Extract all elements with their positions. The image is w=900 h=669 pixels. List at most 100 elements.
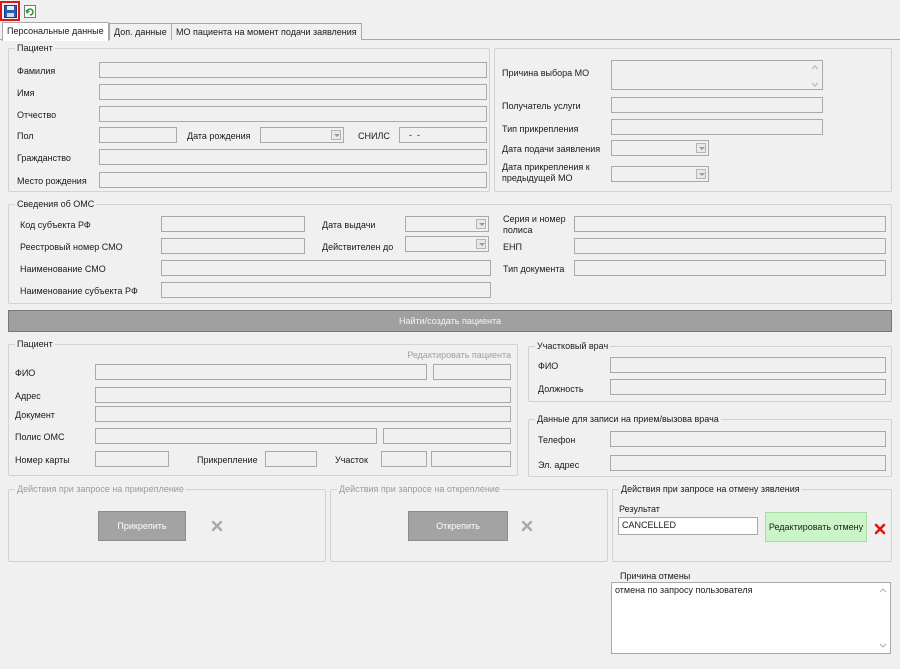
sex-field[interactable] — [99, 127, 177, 143]
birth-place-field[interactable] — [99, 172, 487, 188]
email-field[interactable] — [610, 455, 886, 471]
oms-group: Сведения об ОМС Код субъекта РФ Реестров… — [8, 199, 892, 304]
fio-label: ФИО — [15, 368, 36, 378]
submit-date-label: Дата подачи заявления — [502, 144, 601, 154]
detach-button[interactable]: Открепить — [408, 511, 508, 541]
chevron-down-icon[interactable] — [476, 239, 486, 249]
doctor-fio-field[interactable] — [610, 357, 886, 373]
snils-field[interactable]: - - — [399, 127, 487, 143]
patient-info-group: Пациент Редактировать пациента ФИО Адрес… — [8, 339, 518, 476]
patient-legend: Пациент — [15, 43, 55, 54]
subject-name-field[interactable] — [161, 282, 491, 298]
card-number-field[interactable] — [95, 451, 169, 467]
fio-extra-field[interactable] — [433, 364, 511, 380]
appointment-contacts-legend: Данные для записи на прием/вызова врача — [535, 414, 721, 425]
cancel-reason-field[interactable]: отмена по запросу пользователя — [611, 582, 891, 654]
attach-type-label: Тип прикрепления — [502, 124, 579, 134]
attach-actions-group: Действия при запросе на прикрепление При… — [8, 484, 326, 562]
cancel-actions-group: Действия при запросе на отмену зявления … — [612, 484, 892, 562]
attach-actions-legend: Действия при запросе на прикрепление — [15, 484, 186, 495]
patient-info-legend: Пациент — [15, 339, 55, 350]
mo-reason-field[interactable] — [611, 60, 823, 90]
doc-type-field[interactable] — [574, 260, 886, 276]
toolbar — [0, 0, 900, 22]
mo-reason-label: Причина выбора МО — [502, 68, 590, 78]
registry-smo-field[interactable] — [161, 238, 305, 254]
policy-series-field[interactable] — [574, 216, 886, 232]
last-name-label: Фамилия — [17, 66, 56, 76]
address-field[interactable] — [95, 387, 511, 403]
subject-code-label: Код субъекта РФ — [20, 220, 91, 230]
birth-place-label: Место рождения — [17, 176, 87, 186]
district-doctor-legend: Участковый врач — [535, 341, 611, 352]
issue-date-label: Дата выдачи — [322, 220, 376, 230]
registry-smo-label: Реестровый номер СМО — [20, 242, 123, 252]
policy-oms-extra-field[interactable] — [383, 428, 511, 444]
smo-name-label: Наименование СМО — [20, 264, 106, 274]
subject-code-field[interactable] — [161, 216, 305, 232]
phone-label: Телефон — [538, 435, 576, 445]
citizenship-label: Гражданство — [17, 153, 71, 163]
cancel-result-field[interactable]: CANCELLED — [618, 517, 758, 535]
doctor-fio-label: ФИО — [538, 361, 559, 371]
detach-actions-legend: Действия при запросе на открепление — [337, 484, 502, 495]
attachment-label: Прикрепление — [197, 455, 258, 465]
policy-series-label: Серия и номер полиса — [503, 214, 566, 235]
chevron-down-icon[interactable] — [331, 130, 341, 140]
enp-field[interactable] — [574, 238, 886, 254]
tab-bar: Персональные данные Доп. данные МО пацие… — [0, 22, 900, 41]
chevron-down-icon[interactable] — [696, 143, 706, 153]
close-icon[interactable] — [874, 523, 886, 535]
attach-type-field[interactable] — [611, 119, 823, 135]
document-field[interactable] — [95, 406, 511, 422]
mo-choice-group: Причина выбора МО Получатель услуги Тип … — [494, 48, 892, 192]
doctor-position-field[interactable] — [610, 379, 886, 395]
phone-field[interactable] — [610, 431, 886, 447]
edit-cancel-button[interactable]: Редактировать отмену — [765, 512, 867, 542]
address-label: Адрес — [15, 391, 41, 401]
card-number-label: Номер карты — [15, 455, 70, 465]
fio-field[interactable] — [95, 364, 427, 380]
find-create-patient-button[interactable]: Найти/создать пациента — [8, 310, 892, 332]
district-label: Участок — [335, 455, 368, 465]
floppy-disk-icon[interactable] — [0, 1, 20, 21]
close-icon[interactable] — [521, 520, 533, 532]
chevron-down-icon[interactable] — [696, 169, 706, 179]
valid-until-picker[interactable] — [405, 236, 489, 252]
first-name-field[interactable] — [99, 84, 487, 100]
issue-date-picker[interactable] — [405, 216, 489, 232]
edit-patient-link[interactable]: Редактировать пациента — [407, 350, 511, 360]
service-recipient-field[interactable] — [611, 97, 823, 113]
submit-date-picker[interactable] — [611, 140, 709, 156]
attach-button[interactable]: Прикрепить — [98, 511, 186, 541]
district-field[interactable] — [381, 451, 427, 467]
service-recipient-label: Получатель услуги — [502, 101, 581, 111]
middle-name-field[interactable] — [99, 106, 487, 122]
citizenship-field[interactable] — [99, 149, 487, 165]
policy-oms-field[interactable] — [95, 428, 377, 444]
district-extra-field[interactable] — [431, 451, 511, 467]
tab-mo-at-submission[interactable]: МО пациента на момент подачи заявления — [171, 23, 362, 40]
tab-personal-data[interactable]: Персональные данные — [2, 22, 109, 41]
oms-legend: Сведения об ОМС — [15, 199, 97, 210]
document-label: Документ — [15, 410, 55, 420]
patient-group: Пациент Фамилия Имя Отчество Пол Дата ро… — [8, 43, 490, 192]
prev-attach-date-label: Дата прикрепления к предыдущей МО — [502, 162, 590, 183]
smo-name-field[interactable] — [161, 260, 491, 276]
attachment-field[interactable] — [265, 451, 317, 467]
sex-label: Пол — [17, 131, 34, 141]
first-name-label: Имя — [17, 88, 35, 98]
last-name-field[interactable] — [99, 62, 487, 78]
tab-additional-data[interactable]: Доп. данные — [109, 23, 172, 40]
middle-name-label: Отчество — [17, 110, 57, 120]
refresh-icon[interactable] — [22, 3, 38, 19]
birth-date-picker[interactable] — [260, 127, 344, 143]
close-icon[interactable] — [211, 520, 223, 532]
scrollbar[interactable] — [877, 584, 889, 652]
scrollbar[interactable] — [809, 62, 821, 90]
policy-oms-label: Полис ОМС — [15, 432, 65, 442]
chevron-down-icon[interactable] — [476, 219, 486, 229]
valid-until-label: Действителен до — [322, 242, 394, 252]
prev-attach-date-picker[interactable] — [611, 166, 709, 182]
detach-actions-group: Действия при запросе на открепление Откр… — [330, 484, 608, 562]
